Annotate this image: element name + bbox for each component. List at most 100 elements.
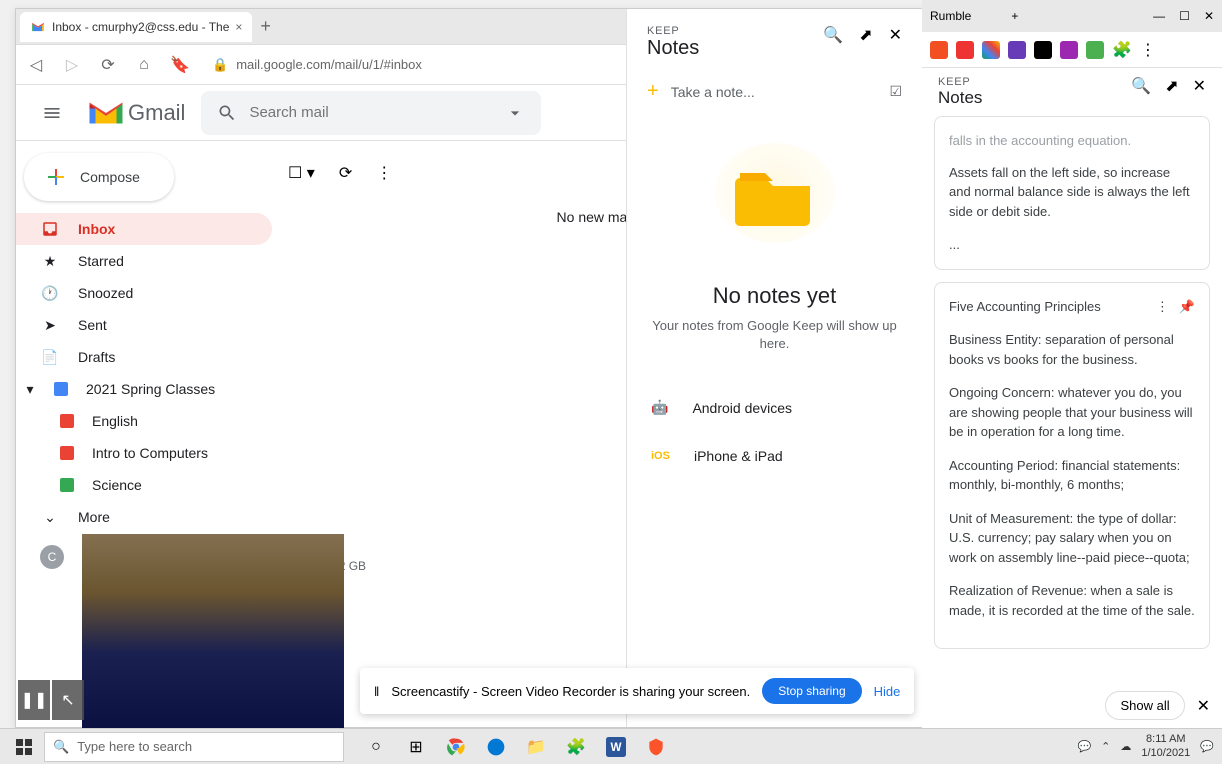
browser-tab[interactable]: Inbox - cmurphy2@css.edu - The × xyxy=(20,12,252,42)
android-link[interactable]: 🤖 Android devices xyxy=(627,383,922,432)
no-notes-desc: Your notes from Google Keep will show up… xyxy=(647,317,902,353)
inbox-icon xyxy=(40,219,60,239)
webcam-overlay xyxy=(82,534,344,732)
taskbar-search[interactable]: 🔍 Type here to search xyxy=(44,732,344,762)
drive-icon[interactable] xyxy=(982,41,1000,59)
ext-icon[interactable] xyxy=(1086,41,1104,59)
extensions-icon[interactable]: 🧩 xyxy=(1112,40,1132,60)
back-icon[interactable]: ◁ xyxy=(24,53,48,77)
webcam-controls: ❚❚ ↖ xyxy=(18,680,84,720)
hamburger-icon[interactable] xyxy=(32,93,72,133)
gmail-logo[interactable]: Gmail xyxy=(88,99,185,127)
task-icons: ○ ⊞ 📁 🧩 W xyxy=(360,731,672,763)
show-all-button[interactable]: Show all xyxy=(1105,691,1184,720)
home-icon[interactable]: ⌂ xyxy=(132,53,156,77)
more-icon[interactable]: ⋮ xyxy=(376,163,392,183)
new-tab-button[interactable]: + xyxy=(1011,9,1018,23)
take-note-row[interactable]: + Take a note... ☑ xyxy=(627,70,922,113)
new-tab-button[interactable]: + xyxy=(260,16,271,37)
keep-label: KEEP xyxy=(938,76,1131,88)
note-text: Unit of Measurement: the type of dollar:… xyxy=(949,509,1195,568)
ext-icon[interactable] xyxy=(1060,41,1078,59)
ext-icon[interactable] xyxy=(956,41,974,59)
search-icon[interactable]: 🔍 xyxy=(823,25,843,45)
brave-icon[interactable] xyxy=(640,731,672,763)
search-input[interactable] xyxy=(249,104,493,121)
close-icon[interactable]: ✕ xyxy=(1204,9,1214,23)
note-card[interactable]: Five Accounting Principles ⋮ 📌 Business … xyxy=(934,282,1210,650)
right-notes-list[interactable]: falls in the accounting equation. Assets… xyxy=(922,116,1222,656)
tray-icon[interactable]: ☁ xyxy=(1120,740,1131,753)
search-icon[interactable]: 🔍 xyxy=(1131,76,1151,96)
sidebar-label-intro[interactable]: Intro to Computers xyxy=(16,437,272,469)
open-in-new-icon[interactable]: ⬈ xyxy=(859,25,872,45)
stop-sharing-button[interactable]: Stop sharing xyxy=(762,678,861,704)
sidebar-label-group[interactable]: ▾ 2021 Spring Classes xyxy=(16,373,272,405)
clock[interactable]: 8:11 AM 1/10/2021 xyxy=(1141,733,1190,759)
chrome-icon[interactable] xyxy=(440,731,472,763)
sidebar-item-starred[interactable]: ★ Starred xyxy=(16,245,272,277)
brave-shield-icon[interactable] xyxy=(930,41,948,59)
checklist-icon[interactable]: ☑ xyxy=(889,83,902,100)
url-bar[interactable]: 🔒 mail.google.com/mail/u/1/#inbox xyxy=(204,53,644,77)
task-view-icon[interactable]: ⊞ xyxy=(400,731,432,763)
sidebar-item-inbox[interactable]: Inbox xyxy=(16,213,272,245)
select-checkbox[interactable]: ☐ ▾ xyxy=(288,163,315,183)
word-icon[interactable]: W xyxy=(600,731,632,763)
note-title: Five Accounting Principles xyxy=(949,297,1156,317)
notifications-icon[interactable]: 💬 xyxy=(1200,740,1214,753)
share-indicator-icon: ‖ xyxy=(374,684,379,699)
keep-header: KEEP Notes 🔍 ⬈ ✕ xyxy=(627,9,922,70)
file-explorer-icon[interactable]: 📁 xyxy=(520,731,552,763)
close-icon[interactable]: ✕ xyxy=(1197,696,1210,716)
ext-icon[interactable] xyxy=(1008,41,1026,59)
maximize-icon[interactable]: ☐ xyxy=(1179,9,1190,23)
forward-icon[interactable]: ▷ xyxy=(60,53,84,77)
reload-icon[interactable]: ⟳ xyxy=(96,53,120,77)
refresh-icon[interactable]: ⟳ xyxy=(339,163,352,183)
pin-icon[interactable]: 📌 xyxy=(1179,297,1195,317)
cortana-icon[interactable]: ○ xyxy=(360,731,392,763)
ext-icon[interactable] xyxy=(1034,41,1052,59)
search-options-icon[interactable] xyxy=(505,103,525,123)
sidebar-item-sent[interactable]: ➤ Sent xyxy=(16,309,272,341)
nav-label: Sent xyxy=(78,317,107,333)
sidebar-label-science[interactable]: Science xyxy=(16,469,272,501)
chevron-down-icon: ⌄ xyxy=(40,507,60,527)
gmail-brand-text: Gmail xyxy=(128,100,185,126)
sidebar-item-snoozed[interactable]: 🕐 Snoozed xyxy=(16,277,272,309)
note-card[interactable]: falls in the accounting equation. Assets… xyxy=(934,116,1210,270)
nav-label: Science xyxy=(92,477,142,493)
edge-icon[interactable] xyxy=(480,731,512,763)
chevron-up-icon[interactable]: ⌃ xyxy=(1101,740,1110,753)
close-icon[interactable]: ✕ xyxy=(1193,76,1206,96)
hide-button[interactable]: Hide xyxy=(874,684,901,699)
open-in-new-icon[interactable]: ⬈ xyxy=(1165,76,1178,96)
iphone-link[interactable]: iOS iPhone & iPad xyxy=(627,432,922,480)
bookmark-icon[interactable]: 🔖 xyxy=(168,53,192,77)
iphone-label: iPhone & iPad xyxy=(694,448,783,464)
tray-icon[interactable]: 💬 xyxy=(1077,740,1091,753)
minimize-icon[interactable]: — xyxy=(1153,9,1165,23)
cursor-icon[interactable]: ↖ xyxy=(52,680,84,720)
compose-button[interactable]: Compose xyxy=(24,153,174,201)
nav-label: 2021 Spring Classes xyxy=(86,381,215,397)
search-icon: 🔍 xyxy=(53,739,69,755)
note-text: Accounting Period: financial statements:… xyxy=(949,456,1195,495)
search-bar[interactable] xyxy=(201,91,541,135)
pause-icon[interactable]: ❚❚ xyxy=(18,680,50,720)
ellipsis: ... xyxy=(949,235,1195,255)
menu-icon[interactable]: ⋮ xyxy=(1140,40,1156,60)
nav-label: Drafts xyxy=(78,349,115,365)
sidebar-item-drafts[interactable]: 📄 Drafts xyxy=(16,341,272,373)
app-icon[interactable]: 🧩 xyxy=(560,731,592,763)
sidebar-item-more[interactable]: ⌄ More xyxy=(16,501,272,533)
sidebar-label-english[interactable]: English xyxy=(16,405,272,437)
take-note-text: Take a note... xyxy=(671,84,755,100)
start-button[interactable] xyxy=(8,731,40,763)
close-tab-icon[interactable]: × xyxy=(235,20,242,34)
more-icon[interactable]: ⋮ xyxy=(1156,297,1169,317)
close-icon[interactable]: ✕ xyxy=(889,25,902,45)
taskbar: 🔍 Type here to search ○ ⊞ 📁 🧩 W 💬 ⌃ ☁ 8:… xyxy=(0,728,1222,764)
tab-title[interactable]: Rumble xyxy=(930,9,971,23)
